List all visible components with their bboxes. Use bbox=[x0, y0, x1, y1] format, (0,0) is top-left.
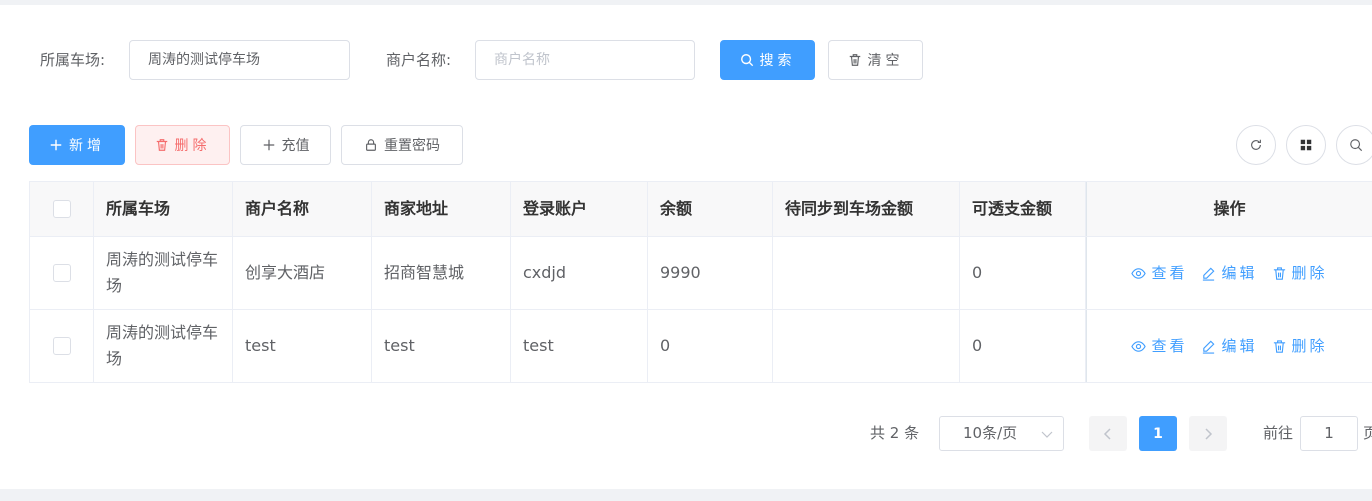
eye-icon bbox=[1131, 266, 1147, 281]
plus-icon bbox=[262, 138, 276, 152]
reset-password-button[interactable]: 重置密码 bbox=[341, 125, 463, 165]
goto-label: 前往 bbox=[1263, 424, 1294, 442]
address-cell: test bbox=[372, 310, 511, 382]
balance-cell: 0 bbox=[648, 310, 773, 382]
lock-icon bbox=[364, 138, 378, 152]
delete-link-label: 删除 bbox=[1291, 264, 1328, 282]
column-header: 操作 bbox=[1086, 182, 1372, 236]
trash-icon bbox=[1272, 339, 1287, 354]
view-link[interactable]: 查看 bbox=[1131, 333, 1187, 359]
row-checkbox[interactable] bbox=[52, 264, 71, 282]
merchant-table: 所属车场 商户名称 商家地址 登录账户 余额 待同步到车场金额 可透支金额 操作… bbox=[29, 181, 1372, 383]
edit-link-label: 编辑 bbox=[1221, 337, 1258, 355]
delete-button[interactable]: 删除 bbox=[135, 125, 230, 165]
search-icon bbox=[1349, 138, 1363, 152]
clear-button-label: 清空 bbox=[867, 53, 904, 69]
account-cell: cxdjd bbox=[511, 237, 648, 309]
trash-icon bbox=[1272, 266, 1287, 281]
pending-amount-cell bbox=[773, 310, 960, 382]
select-all-checkbox[interactable] bbox=[52, 200, 71, 218]
table-header: 所属车场 商户名称 商家地址 登录账户 余额 待同步到车场金额 可透支金额 操作 bbox=[30, 182, 1372, 237]
merchant-cell: 创享大酒店 bbox=[233, 237, 372, 309]
edit-icon bbox=[1201, 339, 1216, 354]
column-header: 登录账户 bbox=[511, 182, 648, 236]
recharge-button[interactable]: 充值 bbox=[240, 125, 331, 165]
search-button[interactable]: 搜索 bbox=[720, 40, 815, 80]
view-link-label: 查看 bbox=[1151, 337, 1188, 355]
add-button[interactable]: 新增 bbox=[29, 125, 125, 165]
column-header: 商户名称 bbox=[233, 182, 372, 236]
view-link-label: 查看 bbox=[1151, 264, 1188, 282]
lot-cell: 周涛的测试停车场 bbox=[94, 310, 233, 382]
edit-link[interactable]: 编辑 bbox=[1201, 260, 1257, 286]
address-cell: 招商智慧城 bbox=[372, 237, 511, 309]
view-link[interactable]: 查看 bbox=[1131, 260, 1187, 286]
edit-link[interactable]: 编辑 bbox=[1201, 333, 1257, 359]
chevron-left-icon bbox=[1102, 427, 1114, 441]
actions-cell: 查看 编辑 删除 bbox=[1086, 237, 1372, 309]
search-icon bbox=[740, 53, 754, 67]
edit-icon bbox=[1201, 266, 1216, 281]
lot-label: 所属车场: bbox=[40, 51, 106, 69]
column-header: 待同步到车场金额 bbox=[773, 182, 960, 236]
pagination-total: 共 2 条 bbox=[870, 424, 920, 442]
recharge-button-label: 充值 bbox=[281, 138, 310, 154]
refresh-button[interactable] bbox=[1236, 125, 1276, 165]
clear-button[interactable]: 清空 bbox=[828, 40, 923, 80]
add-button-label: 新增 bbox=[69, 138, 105, 154]
page-number-button[interactable]: 1 bbox=[1139, 416, 1177, 451]
row-checkbox-cell bbox=[30, 237, 94, 309]
columns-button[interactable] bbox=[1286, 125, 1326, 165]
delete-button-label: 删除 bbox=[174, 138, 211, 154]
toggle-search-button[interactable] bbox=[1336, 125, 1372, 165]
column-header: 余额 bbox=[648, 182, 773, 236]
delete-link-label: 删除 bbox=[1291, 337, 1328, 355]
refresh-icon bbox=[1249, 138, 1263, 152]
overdraft-cell: 0 bbox=[960, 310, 1086, 382]
plus-icon bbox=[49, 138, 63, 152]
prev-page-button[interactable] bbox=[1089, 416, 1127, 451]
actions-cell: 查看 编辑 删除 bbox=[1086, 310, 1372, 382]
next-page-button[interactable] bbox=[1189, 416, 1227, 451]
row-checkbox-cell bbox=[30, 310, 94, 382]
pending-amount-cell bbox=[773, 237, 960, 309]
overdraft-cell: 0 bbox=[960, 237, 1086, 309]
row-checkbox[interactable] bbox=[52, 337, 71, 355]
goto-suffix: 页 bbox=[1363, 424, 1372, 442]
page-container: 所属车场: 周涛的测试停车场 商户名称: 商户名称 搜索 清空 新增 删除 充值 bbox=[0, 5, 1372, 489]
lot-input[interactable]: 周涛的测试停车场 bbox=[129, 40, 350, 80]
search-button-label: 搜索 bbox=[759, 53, 796, 69]
goto-page-input[interactable]: 1 bbox=[1300, 416, 1358, 451]
delete-link[interactable]: 删除 bbox=[1272, 260, 1328, 286]
trash-icon bbox=[848, 53, 862, 67]
column-header: 可透支金额 bbox=[960, 182, 1086, 236]
eye-icon bbox=[1131, 339, 1147, 354]
reset-password-button-label: 重置密码 bbox=[384, 138, 440, 154]
grid-icon bbox=[1299, 138, 1313, 152]
delete-link[interactable]: 删除 bbox=[1272, 333, 1328, 359]
header-checkbox-cell bbox=[30, 182, 94, 236]
table-row: 周涛的测试停车场 test test test 0 0 查看 编辑 删除 bbox=[30, 310, 1372, 383]
column-header: 所属车场 bbox=[94, 182, 233, 236]
lot-cell: 周涛的测试停车场 bbox=[94, 237, 233, 309]
edit-link-label: 编辑 bbox=[1221, 264, 1258, 282]
chevron-right-icon bbox=[1202, 427, 1214, 441]
merchant-cell: test bbox=[233, 310, 372, 382]
trash-icon bbox=[155, 138, 169, 152]
merchant-name-input[interactable]: 商户名称 bbox=[475, 40, 695, 80]
balance-cell: 9990 bbox=[648, 237, 773, 309]
page-size-value: 10条/页 bbox=[963, 424, 1018, 442]
column-header: 商家地址 bbox=[372, 182, 511, 236]
page-size-select[interactable]: 10条/页 bbox=[939, 416, 1064, 451]
account-cell: test bbox=[511, 310, 648, 382]
merchant-label: 商户名称: bbox=[386, 51, 452, 69]
table-row: 周涛的测试停车场 创享大酒店 招商智慧城 cxdjd 9990 0 查看 编辑 … bbox=[30, 237, 1372, 310]
